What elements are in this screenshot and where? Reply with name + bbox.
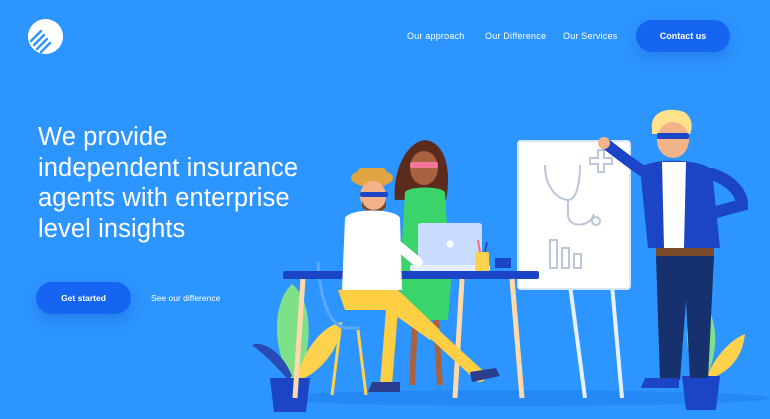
whiteboard-easel: [517, 140, 631, 399]
hero-illustration: [252, 109, 770, 412]
desk-items: [410, 223, 511, 271]
